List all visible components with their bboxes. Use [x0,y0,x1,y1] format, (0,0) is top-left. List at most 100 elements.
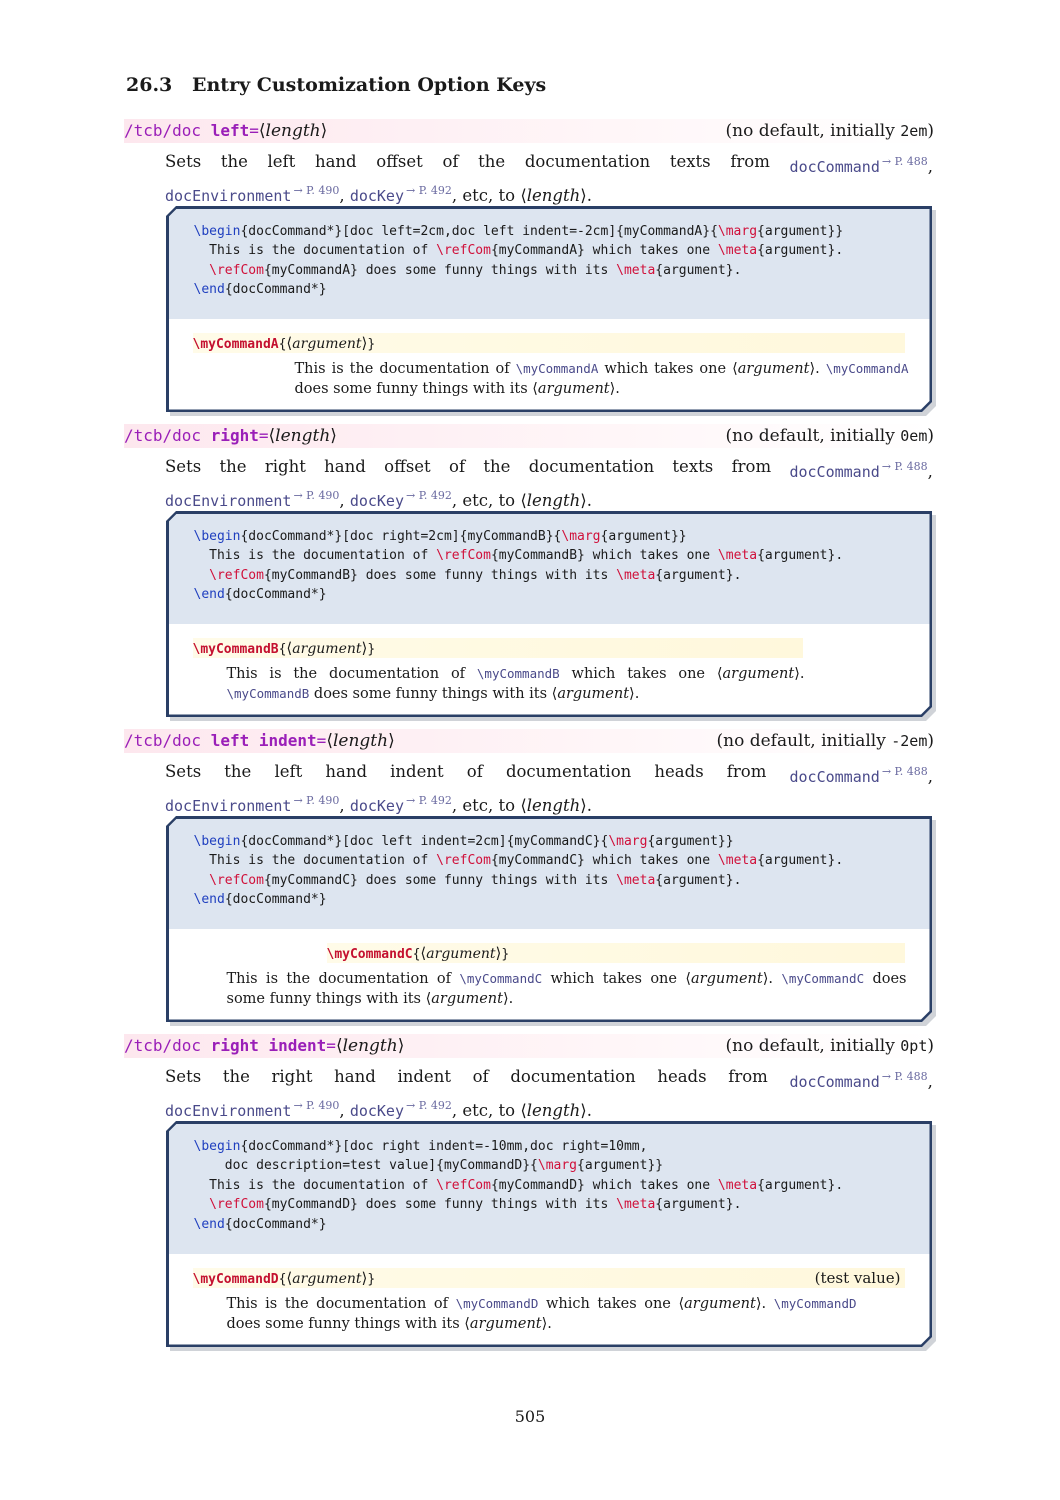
page-ref[interactable]: → P. 492 [406,489,452,502]
doc-text: . [799,665,805,682]
command-ref-link[interactable]: \myCommandD [456,1296,539,1311]
example-box: \begin{docCommand*}[doc right indent=-10… [166,1121,936,1347]
command-ref-link[interactable]: \myCommandB [477,666,560,681]
code-text: {myCommandD} which takes one [490,1177,718,1193]
key-initial-value: -2em [891,732,928,750]
doc-arg: argument [722,665,795,682]
link-docKey[interactable]: docKey [350,187,404,205]
command-ref-link[interactable]: \myCommandC [459,971,542,986]
desc-word: left [267,152,296,171]
code-macro-end: \end [193,1216,225,1232]
desc-word: Sets [165,1067,202,1086]
page-ref[interactable]: → P. 490 [293,184,339,197]
page-ref[interactable]: → P. 490 [293,794,339,807]
close-brace: } [501,946,510,962]
langle: ⟨ [335,1036,343,1056]
doc-text: . [508,990,514,1007]
example-box: \begin{docCommand*}[doc right=2cm]{myCom… [166,511,936,717]
code-macro-begin: \begin [193,833,241,849]
desc-word: hand [324,457,366,476]
link-docEnvironment[interactable]: docEnvironment [165,1102,291,1120]
link-docCommand[interactable]: docCommand [789,1073,879,1091]
page-ref[interactable]: → P. 492 [406,1099,452,1112]
link-docKey[interactable]: docKey [350,492,404,510]
code-listing: \begin{docCommand*}[doc left indent=2cm]… [169,819,930,929]
page-ref[interactable]: → P. 488 [882,155,928,168]
link-docCommand[interactable]: docCommand [789,463,879,481]
code-text: {argument}. [757,853,844,868]
doc-text: . [815,360,826,377]
key-initial-value: 0pt [900,1037,928,1055]
link-docKey[interactable]: docKey [350,1102,404,1120]
page-ref[interactable]: → P. 490 [293,1099,339,1112]
command-ref-link[interactable]: \myCommandA [826,361,909,376]
default-suffix: ) [927,426,934,446]
code-macro-refcom: \refCom [209,1197,264,1212]
desc-word: Sets [165,762,202,781]
document-page: 26.3 Entry Customization Option Keys /tcb… [0,0,1060,1500]
desc-word: from [731,457,772,476]
key-description: Sets the right hand offset of the documentation… [165,455,933,513]
rangle: ⟩ [397,1036,405,1056]
default-prefix: (no default, initially [716,731,892,751]
length-arg: length [526,186,581,205]
page-ref[interactable]: → P. 492 [406,184,452,197]
command-ref-link[interactable]: \myCommandD [774,1296,857,1311]
desc-word: hand [334,1067,376,1086]
code-macro-begin: \begin [193,223,241,239]
desc-word: of [466,762,483,781]
code-text: {docCommand*} [224,1216,327,1232]
page-ref[interactable]: → P. 490 [293,489,339,502]
desc-word: left [274,762,303,781]
link-docKey[interactable]: docKey [350,797,404,815]
desc-word: documentation [505,762,632,781]
code-macro-begin: \begin [193,528,241,544]
doc-text: which takes one [542,970,686,987]
desc-word: from [726,762,767,781]
desc-word: hand [314,152,357,171]
key-name: right indent [210,1036,327,1055]
section-number: 26.3 [126,74,173,96]
default-suffix: ) [927,121,934,141]
code-macro-begin: \begin [193,1138,241,1154]
code-macro-meta: \meta [717,548,758,563]
comma: , [927,1072,933,1091]
code-macro-refcom: \refCom [209,872,264,888]
link-docEnvironment[interactable]: docEnvironment [165,797,291,815]
code-text: {myCommandA} does some funny things with… [263,262,617,278]
command-head: \myCommandB{⟨argument⟩} [193,638,803,658]
code-text: {myCommandB} which takes one [490,548,718,563]
code-macro-meta: \meta [717,853,758,868]
doc-text: This is the documentation of [226,1295,456,1312]
desc-word: Sets [165,152,202,171]
command-ref-link[interactable]: \myCommandB [227,686,310,701]
command-ref-link[interactable]: \myCommandA [516,361,599,376]
page-ref[interactable]: → P. 488 [882,1070,928,1083]
link-docCommand[interactable]: docCommand [790,768,880,786]
desc-tail: , etc, to [451,796,521,815]
key-argument: length [265,121,321,141]
command-argument: argument [292,640,362,657]
desc-word: heads [657,1067,707,1086]
page-ref[interactable]: → P. 488 [882,460,928,473]
doc-text: . [547,1315,552,1332]
desc-word: of [472,1067,489,1086]
doc-text: does some funny things with its [294,380,533,397]
doc-arg: argument [737,360,810,377]
desc-word: offset [384,457,431,476]
code-macro-refcom: \refCom [209,262,264,278]
command-documentation: This is the documentation of \myCommandB… [227,664,805,704]
desc-word: right [264,457,306,476]
page-ref[interactable]: → P. 488 [882,765,928,778]
link-docEnvironment[interactable]: docEnvironment [165,492,291,510]
command-ref-link[interactable]: \myCommandC [781,971,864,986]
page-ref[interactable]: → P. 492 [406,794,452,807]
page-number: 505 [514,1407,546,1426]
length-arg: length [526,796,581,815]
link-docCommand[interactable]: docCommand [790,158,880,176]
doc-text: This is the documentation of [226,665,477,682]
link-docEnvironment[interactable]: docEnvironment [165,187,291,205]
doc-arg: argument [557,685,630,702]
code-macro-end: \end [193,282,225,297]
